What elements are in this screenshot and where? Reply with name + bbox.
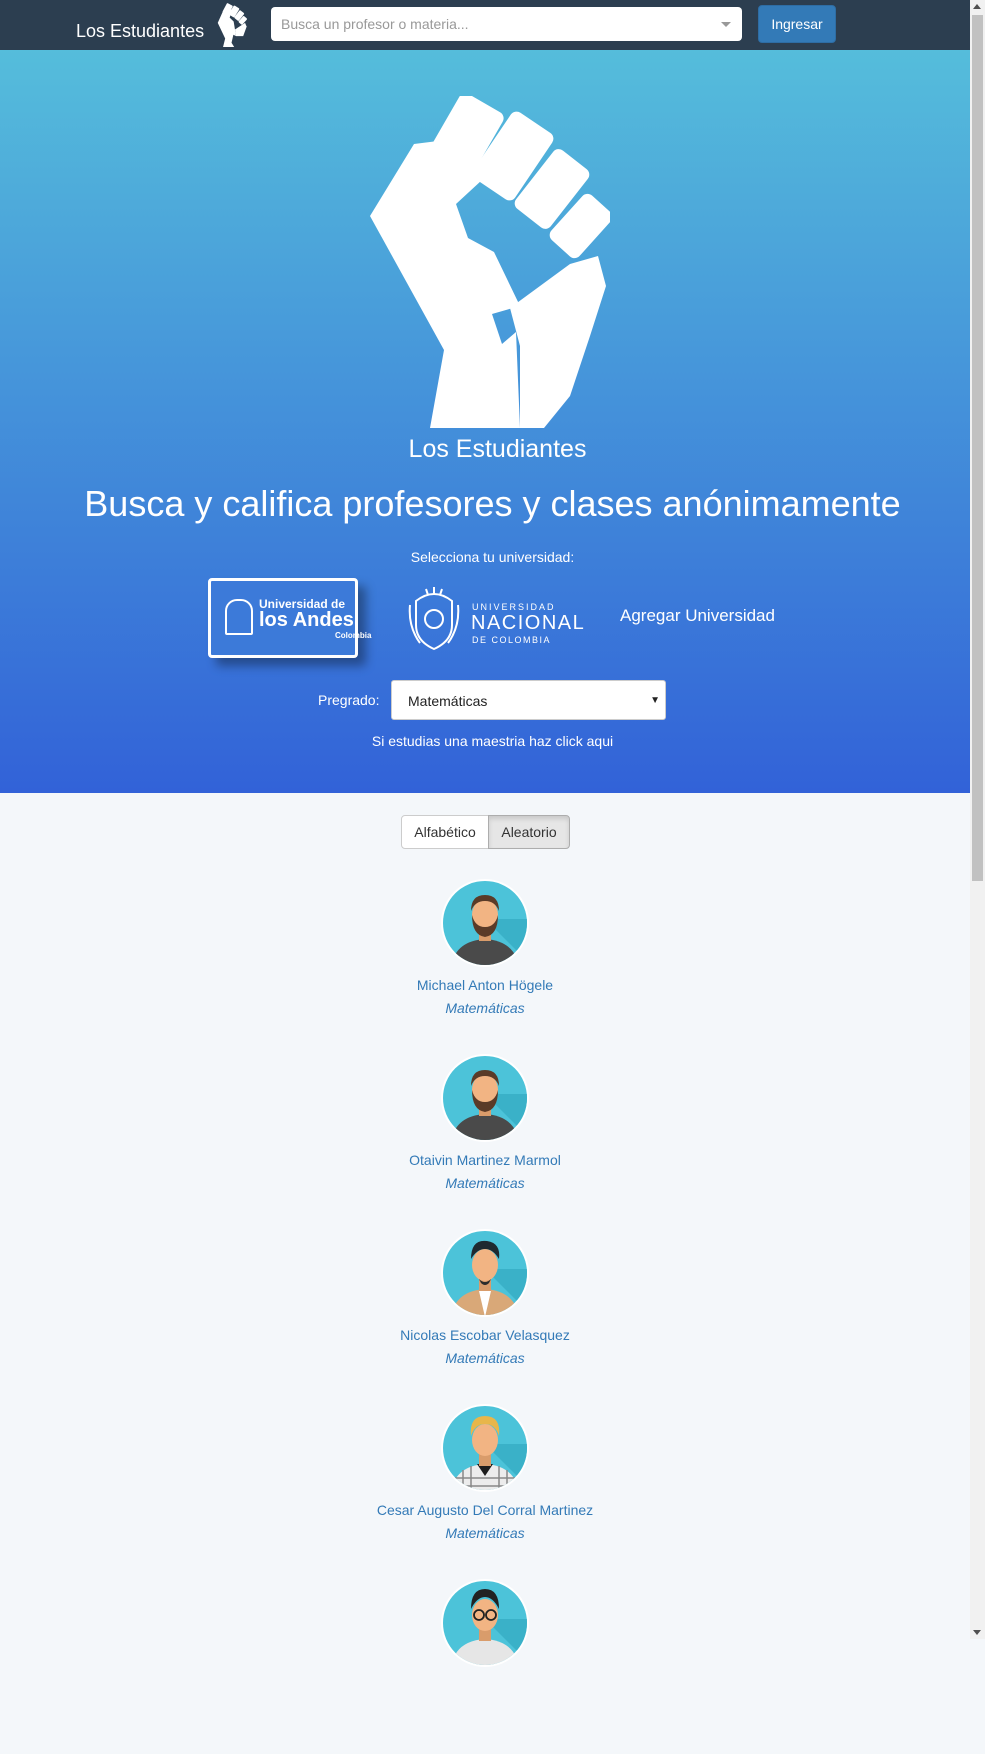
raised-fist-icon [370, 96, 610, 428]
search-input[interactable] [271, 7, 711, 41]
top-navbar: Los Estudiantes Ingresar [0, 0, 970, 50]
login-button[interactable]: Ingresar [758, 5, 836, 43]
andes-logo-icon [225, 599, 253, 635]
blond-man-plaid-avatar-icon [441, 1404, 529, 1492]
page-scrollbar[interactable] [970, 0, 985, 1639]
professor-card[interactable]: Cesar Augusto Del Corral Martinez Matemá… [0, 1404, 970, 1579]
triangle-down-icon: ▼ [650, 695, 660, 706]
caret-down-icon[interactable] [721, 22, 731, 27]
hero-title: Los Estudiantes [408, 435, 587, 463]
professor-subject: Matemáticas [445, 1000, 525, 1016]
scrollbar-thumb[interactable] [972, 15, 983, 881]
university-nacional-option[interactable]: UNIVERSIDAD NACIONAL DE COLOMBIA [406, 581, 584, 655]
scroll-up-arrow-icon[interactable] [973, 4, 981, 9]
university-andes-option[interactable]: Universidad de los Andes Colombia [208, 578, 371, 658]
maestria-link[interactable]: Si estudias una maestria haz click aqui [0, 732, 985, 750]
professor-card[interactable] [0, 1579, 970, 1754]
nacional-logo-line2: NACIONAL [471, 612, 586, 634]
pregrado-select[interactable]: Matemáticas ▼ [391, 680, 666, 720]
sort-alphabetical-button[interactable]: Alfabético [401, 815, 489, 849]
professor-card[interactable]: Nicolas Escobar Velasquez Matemáticas [0, 1229, 970, 1404]
sort-random-button[interactable]: Aleatorio [488, 815, 570, 849]
professor-subject: Matemáticas [445, 1525, 525, 1541]
nacional-logo-line3: DE COLOMBIA [472, 635, 552, 645]
professor-subject: Matemáticas [445, 1350, 525, 1366]
bearded-man-avatar-icon [441, 879, 529, 967]
man-glasses-avatar-icon [441, 1579, 529, 1667]
professor-card[interactable]: Michael Anton Högele Matemáticas [0, 879, 970, 1054]
brand-name[interactable]: Los Estudiantes [76, 19, 204, 43]
raised-fist-icon[interactable] [213, 3, 249, 47]
professor-card[interactable]: Otaivin Martinez Marmol Matemáticas [0, 1054, 970, 1229]
professor-name[interactable]: Cesar Augusto Del Corral Martinez [0, 1501, 970, 1519]
select-university-label: Selecciona tu universidad: [410, 549, 575, 565]
hero-section: Los Estudiantes Busca y califica profeso… [0, 50, 970, 793]
hero-tagline: Busca y califica profesores y clases anó… [84, 483, 901, 524]
man-tan-jacket-avatar-icon [441, 1229, 529, 1317]
bearded-man-avatar-icon [441, 1054, 529, 1142]
add-university-link[interactable]: Agregar Universidad [620, 605, 780, 627]
professor-name[interactable]: Otaivin Martinez Marmol [0, 1151, 970, 1169]
scroll-down-arrow-icon[interactable] [973, 1630, 981, 1635]
pregrado-label: Pregrado: [318, 692, 380, 708]
coat-of-arms-icon [408, 587, 460, 651]
pregrado-selected-value: Matemáticas [408, 693, 488, 709]
search-box[interactable] [271, 7, 742, 41]
andes-logo-line2: los Andes [259, 609, 354, 631]
professor-subject: Matemáticas [445, 1175, 525, 1191]
professor-name[interactable]: Michael Anton Högele [0, 976, 970, 994]
andes-logo-line3: Colombia [335, 631, 372, 640]
professor-name[interactable]: Nicolas Escobar Velasquez [0, 1326, 970, 1344]
